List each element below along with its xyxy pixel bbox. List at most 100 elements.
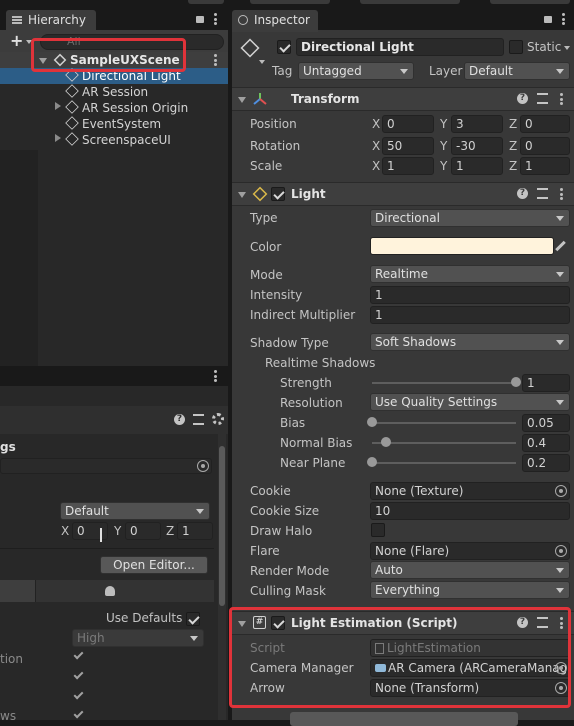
position-y-input[interactable]: 3 [451, 115, 503, 133]
near-plane-input[interactable]: 0.2 [522, 454, 570, 472]
color-swatch[interactable] [370, 237, 554, 255]
component-menu-icon[interactable] [560, 93, 563, 105]
intensity-input[interactable]: 1 [370, 286, 570, 304]
toolbar-button[interactable] [360, 0, 460, 4]
culling-mask-dropdown[interactable]: Everything [370, 581, 570, 599]
help-icon[interactable]: ? [517, 93, 528, 104]
expand-arrow-icon[interactable] [55, 102, 61, 110]
static-checkbox[interactable] [509, 40, 523, 54]
toolbar-button[interactable] [188, 0, 224, 4]
normal-bias-input[interactable]: 0.4 [522, 434, 570, 452]
scale-x-input[interactable]: 1 [382, 157, 434, 175]
bias-input[interactable]: 0.05 [522, 414, 570, 432]
chevron-down-icon[interactable] [564, 46, 570, 50]
object-picker-icon[interactable] [555, 545, 567, 557]
hierarchy-tab[interactable]: Hierarchy [6, 10, 96, 32]
position-z-input[interactable]: 0 [520, 115, 570, 133]
help-icon[interactable]: ? [174, 414, 185, 425]
z-input[interactable]: 1 [177, 522, 213, 540]
hierarchy-item-label[interactable]: AR Session Origin [82, 101, 188, 115]
component-menu-icon[interactable] [560, 188, 563, 200]
hierarchy-item-label[interactable]: AR Session [82, 85, 148, 99]
near-plane-slider-track[interactable] [372, 462, 516, 464]
near-plane-slider-handle[interactable] [367, 457, 377, 467]
rotation-z-input[interactable]: 0 [520, 137, 570, 155]
object-name-field[interactable]: Directional Light [296, 38, 504, 56]
preset-icon[interactable] [537, 188, 548, 199]
strength-input[interactable]: 1 [522, 374, 570, 392]
android-icon[interactable] [105, 586, 115, 596]
row-label: ws [0, 709, 17, 723]
x-label: X [61, 524, 70, 538]
active-checkbox[interactable] [277, 40, 291, 54]
kebab-menu-icon[interactable] [562, 13, 565, 25]
indirect-multiplier-input[interactable]: 1 [370, 306, 570, 324]
scrollbar-thumb[interactable] [219, 446, 225, 606]
preset-icon[interactable] [193, 414, 204, 425]
axis-x-label: X [372, 117, 381, 131]
object-field[interactable] [0, 458, 212, 474]
rotation-y-input[interactable]: -30 [451, 137, 503, 155]
add-button[interactable]: + [10, 31, 23, 50]
normal-bias-slider-track[interactable] [372, 442, 516, 444]
render-mode-dropdown[interactable]: Auto [370, 561, 570, 579]
check-icon[interactable] [73, 649, 84, 660]
fold-icon[interactable] [238, 97, 246, 103]
kebab-menu-icon[interactable] [214, 370, 217, 382]
check-icon[interactable] [73, 669, 84, 680]
inspector-tab[interactable]: Inspector [232, 10, 318, 32]
platform-tab[interactable] [0, 580, 36, 602]
type-dropdown[interactable]: Directional [370, 209, 570, 227]
check-icon[interactable] [73, 689, 84, 700]
resolution-label: Resolution [280, 396, 343, 410]
layer-dropdown[interactable]: Default [464, 62, 570, 80]
lock-icon[interactable] [196, 16, 204, 23]
cookie-size-input[interactable]: 10 [370, 502, 570, 520]
axis-y-label: Y [440, 117, 448, 131]
quality-dropdown[interactable]: High [72, 629, 204, 647]
kebab-menu-icon[interactable] [214, 13, 217, 25]
preset-icon[interactable] [537, 93, 548, 104]
cookie-field[interactable]: None (Texture) [370, 482, 570, 500]
strength-slider-handle[interactable] [511, 377, 521, 387]
color-label: Color [250, 240, 282, 254]
y-input[interactable]: 0 [125, 522, 161, 540]
resolution-dropdown[interactable]: Use Quality Settings [370, 393, 570, 411]
help-icon[interactable]: ? [517, 188, 528, 199]
object-picker-icon[interactable] [197, 460, 209, 472]
mode-dropdown[interactable]: Realtime [370, 265, 570, 283]
toolbar-button[interactable] [490, 0, 570, 4]
add-component-button[interactable] [290, 712, 518, 726]
chevron-down-icon[interactable] [259, 60, 265, 64]
bias-slider-handle[interactable] [367, 417, 377, 427]
object-picker-icon[interactable] [555, 485, 567, 497]
fold-icon[interactable] [238, 192, 246, 198]
draw-halo-checkbox[interactable] [371, 523, 385, 537]
position-x-input[interactable]: 0 [382, 115, 434, 133]
strength-slider-track[interactable] [372, 382, 516, 384]
draw-halo-label: Draw Halo [250, 524, 313, 538]
use-defaults-checkbox[interactable] [186, 612, 200, 626]
rotation-x-input[interactable]: 50 [382, 137, 434, 155]
tag-dropdown[interactable]: Untagged [298, 62, 414, 80]
lock-icon[interactable] [544, 16, 552, 23]
hierarchy-item-label[interactable]: EventSystem [82, 117, 161, 131]
hierarchy-item-label[interactable]: ScreenspaceUI [82, 133, 171, 147]
gear-icon[interactable] [212, 413, 224, 425]
open-editor-button[interactable]: Open Editor... [100, 556, 208, 574]
scale-y-input[interactable]: 1 [451, 157, 503, 175]
expand-arrow-icon[interactable] [55, 134, 61, 142]
near-plane-label: Near Plane [280, 456, 346, 470]
scene-menu-icon[interactable] [214, 54, 217, 66]
x-input[interactable]: 0 [72, 522, 108, 540]
default-dropdown[interactable]: Default [60, 502, 210, 520]
toolbar-button[interactable] [250, 0, 330, 4]
check-icon[interactable] [73, 708, 84, 719]
rotation-label: Rotation [250, 139, 301, 153]
flare-field[interactable]: None (Flare) [370, 542, 570, 560]
scale-z-input[interactable]: 1 [520, 157, 570, 175]
render-mode-label: Render Mode [250, 564, 330, 578]
light-enabled-checkbox[interactable] [271, 187, 285, 201]
bias-slider-track[interactable] [372, 422, 516, 424]
shadow-type-dropdown[interactable]: Soft Shadows [370, 333, 570, 351]
